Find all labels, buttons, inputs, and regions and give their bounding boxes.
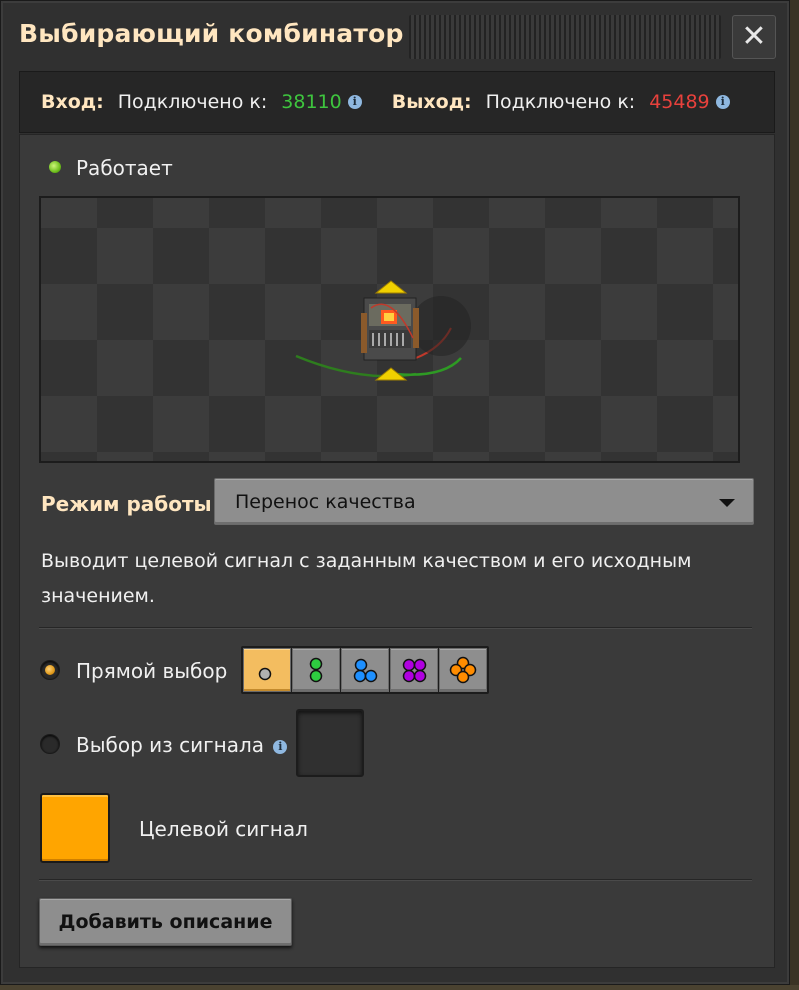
quality-normal-button[interactable]	[243, 648, 291, 692]
signal-selection-radio[interactable]	[40, 734, 60, 754]
signal-selection-label: Выбор из сигнала i	[76, 733, 288, 757]
chevron-down-icon	[719, 499, 735, 507]
close-icon: ✕	[741, 19, 767, 54]
entity-preview[interactable]	[39, 196, 740, 463]
operation-mode-dropdown[interactable]: Перенос качества	[214, 478, 754, 525]
selector-combinator-window: Выбирающий комбинатор ✕ Вход: Подключено…	[0, 0, 790, 985]
normal-quality-icon	[258, 667, 272, 681]
status-indicator-icon	[49, 161, 61, 173]
epic-quality-icon	[402, 658, 427, 683]
info-icon[interactable]: i	[273, 739, 288, 754]
direct-selection-radio[interactable]	[40, 660, 60, 680]
quality-uncommon-button[interactable]	[292, 648, 340, 692]
input-connected-text: Подключено к:	[117, 91, 268, 113]
operation-mode-label: Режим работы	[41, 492, 212, 516]
output-connected-text: Подключено к:	[485, 91, 636, 113]
close-button[interactable]: ✕	[732, 15, 776, 59]
input-label: Вход:	[41, 91, 104, 113]
drag-handle[interactable]	[409, 15, 721, 59]
input-network-id: 38110	[281, 91, 342, 113]
quality-rare-button[interactable]	[341, 648, 389, 692]
status-text: Работает	[76, 156, 173, 180]
operation-mode-value: Перенос качества	[235, 491, 416, 513]
quality-signal-slot[interactable]	[296, 709, 364, 777]
info-icon[interactable]: i	[347, 95, 362, 109]
window-title: Выбирающий комбинатор	[19, 19, 404, 48]
divider	[39, 627, 752, 629]
combinator-sprite-icon	[295, 280, 471, 381]
target-signal-label: Целевой сигнал	[139, 817, 308, 841]
quality-epic-button[interactable]	[390, 648, 438, 692]
quality-selector	[241, 646, 489, 694]
background-bottom	[0, 985, 799, 990]
info-icon[interactable]: i	[715, 95, 730, 109]
rare-quality-icon	[353, 658, 378, 683]
quality-legendary-button[interactable]	[439, 648, 487, 692]
titlebar: Выбирающий комбинатор ✕	[1, 1, 791, 71]
divider	[39, 879, 752, 881]
add-description-button[interactable]: Добавить описание	[39, 898, 292, 946]
background-right	[790, 0, 799, 990]
uncommon-quality-icon	[309, 657, 323, 683]
connections-bar: Вход: Подключено к: 38110 i Выход: Подкл…	[19, 71, 775, 133]
mode-description: Выводит целевой сигнал с заданным качест…	[41, 550, 692, 607]
legendary-quality-icon	[449, 656, 477, 684]
target-signal-slot[interactable]	[40, 793, 110, 863]
direct-selection-label: Прямой выбор	[76, 659, 228, 683]
output-label: Выход:	[391, 91, 472, 113]
output-network-id: 45489	[649, 91, 710, 113]
signal-selection-text: Выбор из сигнала	[76, 733, 264, 757]
